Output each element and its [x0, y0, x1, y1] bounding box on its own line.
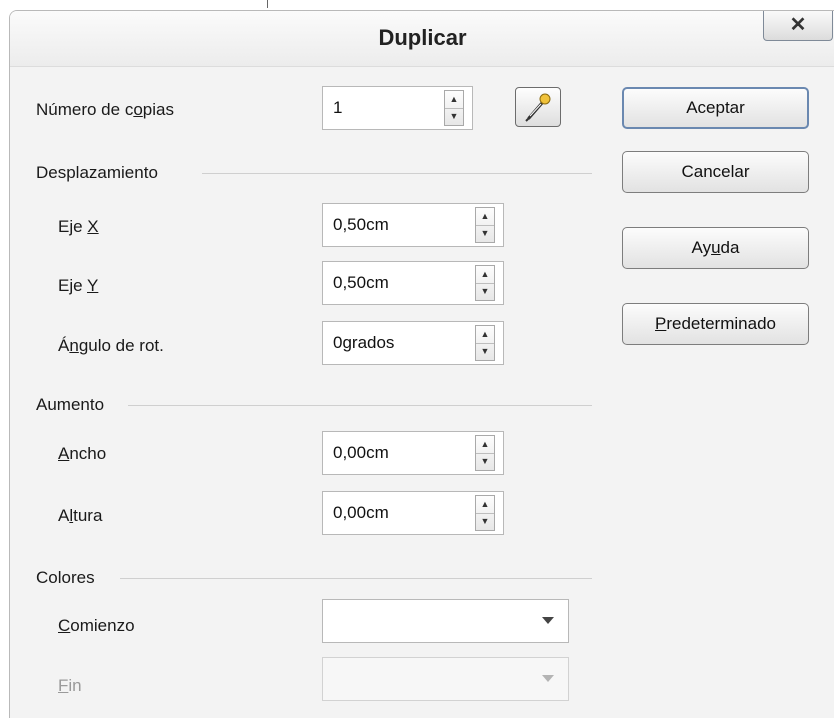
spin-up-icon[interactable]: ▲ — [476, 326, 494, 344]
close-button[interactable]: ✕ — [763, 11, 833, 41]
chevron-down-icon — [542, 675, 554, 682]
color-picker-button[interactable] — [515, 87, 561, 127]
height-label: Altura — [58, 506, 103, 525]
width-label: Ancho — [58, 444, 107, 463]
spin-up-icon[interactable]: ▲ — [476, 496, 494, 514]
cancel-button[interactable]: Cancelar — [622, 151, 809, 193]
close-icon: ✕ — [789, 14, 807, 36]
width-spinner[interactable]: ▲ ▼ — [475, 435, 495, 471]
duplicate-dialog: Duplicar ✕ Número de copias 1 ▲ ▼ Desplaz… — [9, 10, 834, 718]
dialog-title: Duplicar — [378, 25, 467, 50]
width-value: 0,00cm — [333, 443, 389, 462]
help-button[interactable]: Ayuda — [622, 227, 809, 269]
height-value: 0,00cm — [333, 503, 389, 522]
x-axis-value: 0,50cm — [333, 215, 389, 234]
copies-spinner[interactable]: ▲ ▼ — [444, 90, 464, 126]
spin-up-icon[interactable]: ▲ — [476, 266, 494, 284]
spin-down-icon[interactable]: ▼ — [476, 453, 494, 470]
x-axis-spinner[interactable]: ▲ ▼ — [475, 207, 495, 243]
start-color-label: Comienzo — [58, 616, 135, 635]
start-color-dropdown[interactable] — [322, 599, 569, 643]
spin-down-icon[interactable]: ▼ — [476, 343, 494, 360]
copies-value: 1 — [333, 98, 343, 117]
spin-down-icon[interactable]: ▼ — [476, 283, 494, 300]
rotation-angle-spinner[interactable]: ▲ ▼ — [475, 325, 495, 361]
y-axis-spinfield[interactable]: 0,50cm ▲ ▼ — [322, 261, 504, 305]
end-color-dropdown[interactable] — [322, 657, 569, 701]
spin-down-icon[interactable]: ▼ — [476, 513, 494, 530]
rotation-angle-spinfield[interactable]: 0grados ▲ ▼ — [322, 321, 504, 365]
chevron-down-icon — [542, 617, 554, 624]
height-spinner[interactable]: ▲ ▼ — [475, 495, 495, 531]
colors-section-label: Colores — [36, 568, 95, 587]
spin-down-icon[interactable]: ▼ — [445, 108, 463, 125]
reset-defaults-button[interactable]: Predeterminado — [622, 303, 809, 345]
copies-label: Número de copias — [36, 100, 174, 119]
height-spinfield[interactable]: 0,00cm ▲ ▼ — [322, 491, 504, 535]
rotation-angle-label: Ángulo de rot. — [58, 336, 164, 355]
copies-spinfield[interactable]: 1 ▲ ▼ — [322, 86, 473, 130]
spin-up-icon[interactable]: ▲ — [476, 436, 494, 454]
colors-separator — [120, 578, 592, 579]
end-color-label: Fin — [58, 676, 82, 695]
enlargement-separator — [128, 405, 592, 406]
displacement-separator — [202, 173, 592, 174]
y-axis-value: 0,50cm — [333, 273, 389, 292]
eyedropper-icon — [525, 93, 551, 122]
ok-button[interactable]: Aceptar — [622, 87, 809, 129]
rotation-angle-value: 0grados — [333, 333, 395, 352]
y-axis-label: Eje Y — [58, 276, 99, 295]
title-bar: Duplicar ✕ — [10, 11, 834, 67]
spin-up-icon[interactable]: ▲ — [476, 208, 494, 226]
x-axis-spinfield[interactable]: 0,50cm ▲ ▼ — [322, 203, 504, 247]
displacement-section-label: Desplazamiento — [36, 163, 158, 182]
spin-down-icon[interactable]: ▼ — [476, 225, 494, 242]
top-tick-mark — [267, 0, 268, 8]
x-axis-label: Eje X — [58, 217, 99, 236]
width-spinfield[interactable]: 0,00cm ▲ ▼ — [322, 431, 504, 475]
y-axis-spinner[interactable]: ▲ ▼ — [475, 265, 495, 301]
enlargement-section-label: Aumento — [36, 395, 105, 414]
spin-up-icon[interactable]: ▲ — [445, 91, 463, 109]
